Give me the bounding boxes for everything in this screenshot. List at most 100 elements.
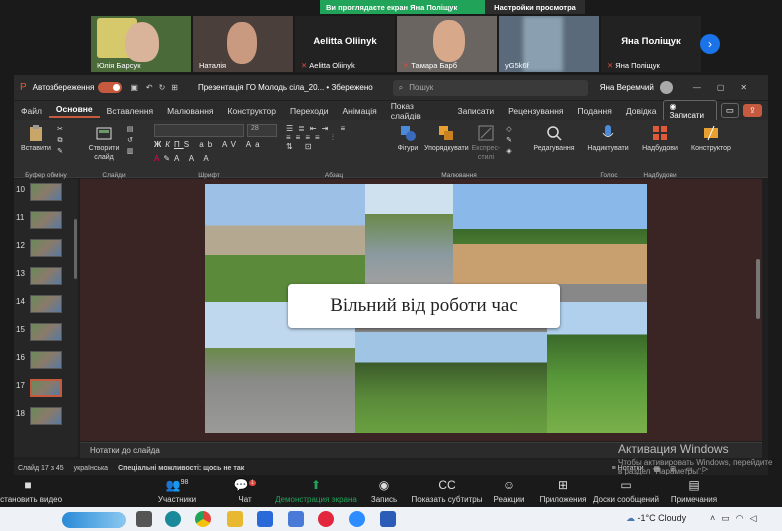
tab-review[interactable]: Рецензування xyxy=(501,106,570,116)
slide-thumbnail[interactable] xyxy=(30,239,62,257)
opera-icon[interactable] xyxy=(318,511,334,527)
system-tray[interactable]: ˄▭◠◁ xyxy=(710,513,763,524)
chrome-icon[interactable] xyxy=(195,511,211,527)
activation-title: Активация Windows xyxy=(618,442,729,456)
thumb-number: 11 xyxy=(16,213,25,222)
accessibility-status[interactable]: Спеціальні можливості: щось не так xyxy=(118,465,244,472)
cut-icon[interactable]: ✂ xyxy=(57,126,63,133)
group-clipboard: Буфер обміну xyxy=(25,172,67,179)
zoom-icon[interactable] xyxy=(349,511,365,527)
participant-tile[interactable]: Юлія Барсук xyxy=(91,16,191,72)
whiteboards-button[interactable]: ▭ Доски сообщений xyxy=(586,478,666,504)
arrange-button[interactable]: Упорядкувати xyxy=(424,124,469,153)
slide-counter: Слайд 17 з 45 xyxy=(18,465,64,472)
record-button[interactable]: ◉ Записати xyxy=(663,99,717,122)
font-color-tools[interactable]: A✎A A A xyxy=(154,154,282,163)
tab-view[interactable]: Подання xyxy=(571,106,619,116)
tab-file[interactable]: Файл xyxy=(14,106,49,116)
dictate-button[interactable]: Надиктувати xyxy=(586,124,630,153)
tab-design[interactable]: Конструктор xyxy=(221,106,283,116)
next-page-icon[interactable]: › xyxy=(700,34,720,54)
share-icon[interactable]: ⇪ xyxy=(742,104,762,117)
word-icon[interactable] xyxy=(380,511,396,527)
shape-format-tools[interactable]: ◇ ✎ ◈ xyxy=(502,124,516,157)
clipboard-tools[interactable]: ✂ ⧉ ✎ xyxy=(54,124,66,157)
slide-tools[interactable]: ▤ ↺ ▥ xyxy=(122,124,138,157)
maximize-icon[interactable]: ▢ xyxy=(717,83,725,92)
layout-icon[interactable]: ▤ xyxy=(127,126,134,133)
participant-tile[interactable]: ✕ Тамара Барб xyxy=(397,16,497,72)
slide-title[interactable]: Вільний від роботи час xyxy=(288,284,560,328)
present-icon[interactable]: ⊞ xyxy=(171,83,178,92)
slide-thumbnail[interactable] xyxy=(30,183,62,201)
participant-tile[interactable]: Наталія xyxy=(193,16,293,72)
save-icon[interactable]: ▣ xyxy=(130,83,138,92)
undo-icon[interactable]: ↶ xyxy=(146,83,153,92)
tab-draw[interactable]: Малювання xyxy=(160,106,220,116)
view-options-button[interactable]: Настройки просмотра xyxy=(485,0,585,14)
search-widget[interactable] xyxy=(62,512,126,528)
app-icon[interactable] xyxy=(288,511,304,527)
store-icon[interactable] xyxy=(257,511,273,527)
tab-home[interactable]: Основне xyxy=(48,104,100,118)
document-title[interactable]: Презентація ГО Молодь сіла_20... • Збере… xyxy=(198,83,373,92)
minimize-icon[interactable]: — xyxy=(693,83,701,92)
tab-transitions[interactable]: Переходи xyxy=(283,106,336,116)
language-indicator[interactable]: українська xyxy=(74,465,108,472)
arrange-label: Упорядкувати xyxy=(424,145,469,152)
slide-thumbnail[interactable] xyxy=(30,211,62,229)
designer-button[interactable]: Конструктор xyxy=(688,124,734,153)
share-screen-button[interactable]: ⬆ Демонстрация экрана xyxy=(271,478,361,504)
slide-thumbnail[interactable] xyxy=(30,267,62,285)
stop-video-button[interactable]: ■ Остановить видео xyxy=(0,478,63,504)
participants-button[interactable]: 👥98 Участники xyxy=(142,478,212,504)
addins-button[interactable]: Надбудови xyxy=(638,124,682,153)
slide-thumbnail[interactable] xyxy=(30,295,62,313)
participant-tile[interactable]: yG5k6f xyxy=(499,16,599,72)
slide-thumbnail[interactable] xyxy=(30,407,62,425)
user-name[interactable]: Яна Веремчий xyxy=(600,83,654,92)
tab-insert[interactable]: Вставлення xyxy=(100,106,160,116)
font-size-select[interactable]: 28 xyxy=(247,124,277,137)
slide-thumbnail[interactable] xyxy=(30,351,62,369)
file-explorer-icon[interactable] xyxy=(227,511,243,527)
paragraph-tools[interactable]: ☰≣⇤⇥ ≡ ≡≡≡≡ ⫶ ⇅ ⊡ xyxy=(286,124,396,151)
shapes-button[interactable]: Фігури xyxy=(394,124,422,153)
bold-icon: Ж xyxy=(154,140,166,149)
comments-icon[interactable]: ▭ xyxy=(720,103,739,118)
outline-icon: ✎ xyxy=(506,137,512,144)
slide-scrollbar[interactable] xyxy=(756,259,760,319)
search-box[interactable]: ⌕ Пошук xyxy=(392,79,588,96)
slide-canvas[interactable]: Вільний від роботи час xyxy=(205,184,647,433)
tab-help[interactable]: Довідка xyxy=(619,106,664,116)
bullets-icon: ☰ xyxy=(286,124,299,133)
clipboard-icon xyxy=(30,125,42,141)
autosave-toggle[interactable] xyxy=(98,82,123,93)
weather-widget[interactable]: ☁ -1°C Cloudy xyxy=(626,513,686,524)
font-family-select[interactable] xyxy=(154,124,244,137)
tab-record[interactable]: Записати xyxy=(450,106,501,116)
editing-button[interactable]: Редагування xyxy=(529,124,579,153)
copy-icon[interactable]: ⧉ xyxy=(58,137,63,144)
notes-button-zoom[interactable]: ▤ Примечания xyxy=(659,478,729,504)
chat-button[interactable]: 💬 1 Чат xyxy=(210,478,280,504)
express-styles-button[interactable]: Експрес-стилі xyxy=(470,124,502,162)
close-icon[interactable]: ✕ xyxy=(740,83,747,92)
font-format-tools[interactable]: ЖКПS ab AV Aa xyxy=(154,140,282,149)
participant-tile[interactable]: Яна Поліщук ✕ Яна Поліщук xyxy=(601,16,701,72)
redo-icon[interactable]: ↻ xyxy=(159,83,166,92)
reset-icon[interactable]: ↺ xyxy=(127,137,133,144)
paste-button[interactable]: Вставити xyxy=(20,124,52,153)
thumbs-scrollbar[interactable] xyxy=(74,219,77,279)
participant-tile[interactable]: Aelitta Oliinyk ✕ Aelitta Oliinyk xyxy=(295,16,395,72)
tab-slideshow[interactable]: Показ слайдів xyxy=(384,101,451,121)
tab-animations[interactable]: Анімація xyxy=(336,106,384,116)
section-icon[interactable]: ▥ xyxy=(127,148,134,155)
slide-thumbnail-selected[interactable] xyxy=(30,379,62,397)
new-slide-button[interactable]: Створити слайд xyxy=(84,124,124,162)
edge-icon[interactable] xyxy=(165,511,181,527)
task-view-icon[interactable] xyxy=(136,511,152,527)
avatar[interactable] xyxy=(659,81,673,94)
format-painter-icon[interactable]: ✎ xyxy=(57,148,63,155)
slide-thumbnail[interactable] xyxy=(30,323,62,341)
